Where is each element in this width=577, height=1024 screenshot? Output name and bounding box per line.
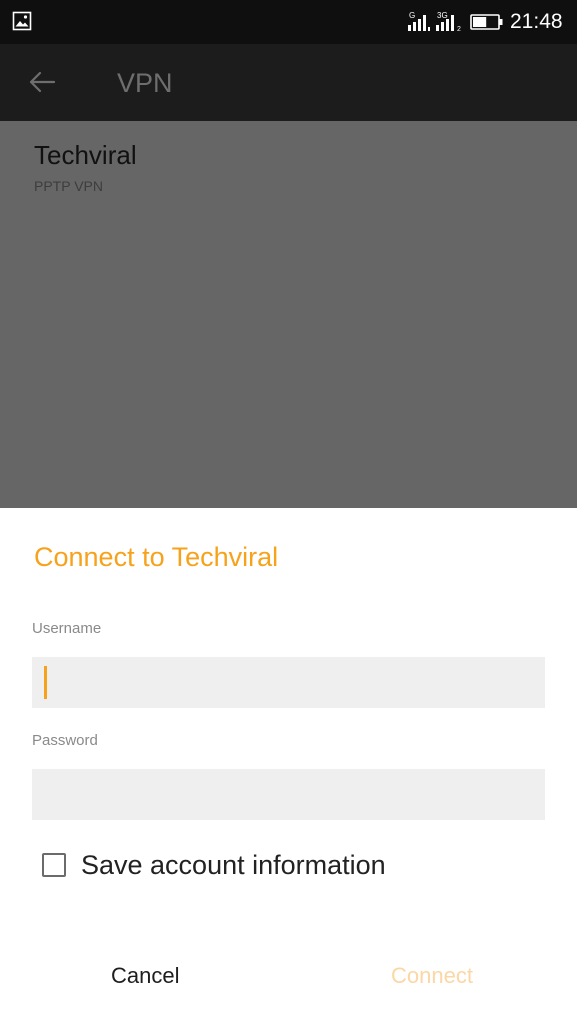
app-bar: VPN bbox=[0, 44, 577, 121]
status-bar: G 3G 2 21:48 bbox=[0, 0, 577, 44]
signal-g-icon: G bbox=[408, 11, 430, 31]
battery-icon bbox=[470, 14, 503, 30]
vpn-type: PPTP VPN bbox=[34, 178, 103, 194]
screen: G 3G 2 21:48 VPN Techviral PPTP VPN Conn… bbox=[0, 0, 577, 1024]
username-field[interactable] bbox=[32, 657, 545, 708]
svg-text:2: 2 bbox=[457, 26, 461, 32]
cancel-button[interactable]: Cancel bbox=[111, 963, 179, 989]
status-time: 21:48 bbox=[510, 10, 563, 33]
vpn-name: Techviral bbox=[34, 140, 137, 170]
connect-button[interactable]: Connect bbox=[391, 963, 473, 989]
gallery-icon bbox=[12, 11, 32, 31]
password-label: Password bbox=[32, 732, 98, 749]
page-title: VPN bbox=[117, 68, 173, 98]
arrow-left-icon bbox=[29, 71, 56, 93]
svg-text:G: G bbox=[409, 11, 415, 20]
signal-3g-icon: 3G 2 bbox=[436, 11, 461, 32]
battery-level-fill bbox=[473, 17, 487, 27]
save-account-label: Save account information bbox=[81, 849, 386, 880]
svg-text:3G: 3G bbox=[437, 11, 448, 20]
connect-dialog: Connect to Techviral Username Password S… bbox=[0, 508, 577, 1024]
vpn-list-item[interactable]: Techviral PPTP VPN bbox=[0, 121, 577, 207]
text-cursor bbox=[44, 666, 47, 699]
dialog-title: Connect to Techviral bbox=[34, 542, 279, 572]
username-label: Username bbox=[32, 620, 102, 637]
password-field[interactable] bbox=[32, 769, 545, 820]
signal-icons: G 3G 2 bbox=[408, 11, 461, 32]
save-account-row[interactable]: Save account information bbox=[42, 848, 386, 882]
save-account-checkbox[interactable] bbox=[42, 853, 66, 877]
back-button[interactable] bbox=[22, 64, 62, 100]
